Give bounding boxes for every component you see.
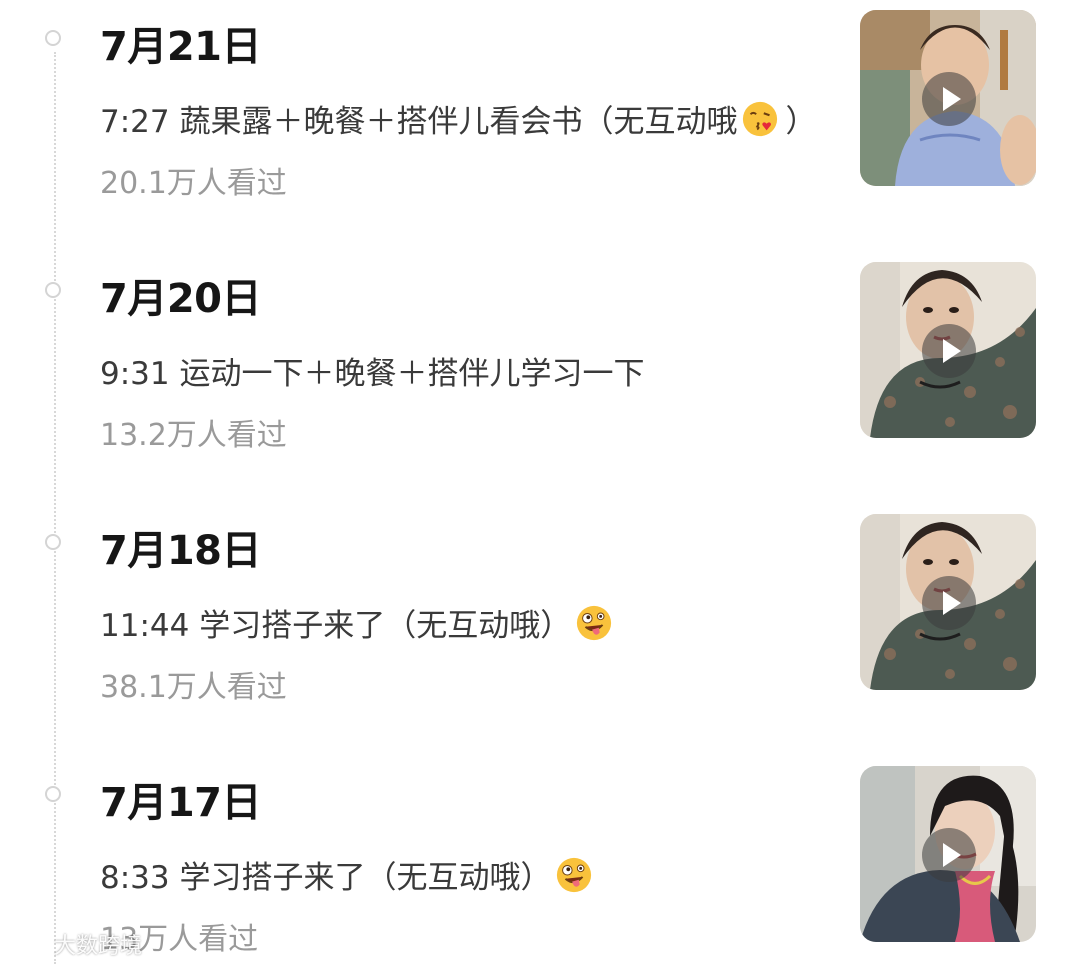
- play-icon[interactable]: [922, 324, 976, 378]
- view-count: 38.1万人看过: [100, 670, 287, 705]
- video-list-item[interactable]: 7月17日 8:33 学习搭子来了（无互动哦） 13万人看过: [0, 762, 1080, 962]
- video-thumbnail[interactable]: [860, 10, 1036, 186]
- watermark-text: 大数跨境: [54, 934, 143, 959]
- entry-date: 7月20日: [100, 276, 262, 322]
- entry-title[interactable]: 8:33 学习搭子来了（无互动哦）: [100, 852, 597, 897]
- video-thumbnail[interactable]: [860, 514, 1036, 690]
- entry-title[interactable]: 7:27 蔬果露＋晚餐＋搭伴儿看会书（无互动哦 ）: [100, 96, 816, 141]
- entry-title-suffix: ）: [785, 104, 817, 140]
- timeline-dot: [45, 786, 61, 802]
- timeline-dot: [45, 534, 61, 550]
- entry-title-text: 8:33 学习搭子来了（无互动哦）: [100, 860, 552, 896]
- entry-title-text: 7:27 蔬果露＋晚餐＋搭伴儿看会书（无互动哦: [100, 104, 738, 140]
- timeline-dot: [45, 30, 61, 46]
- zany-face-icon: [577, 605, 612, 640]
- watermark: 大数跨境: [8, 928, 142, 960]
- timeline-dot: [45, 282, 61, 298]
- watermark-logo-icon: [8, 934, 48, 954]
- view-count: 20.1万人看过: [100, 166, 287, 201]
- video-thumbnail[interactable]: [860, 766, 1036, 942]
- video-thumbnail[interactable]: [860, 262, 1036, 438]
- entry-date: 7月18日: [100, 528, 262, 574]
- entry-date: 7月21日: [100, 24, 262, 70]
- play-icon[interactable]: [922, 576, 976, 630]
- play-icon[interactable]: [922, 72, 976, 126]
- entry-title-text: 9:31 运动一下＋晚餐＋搭伴儿学习一下: [100, 356, 645, 392]
- entry-title-text: 11:44 学习搭子来了（无互动哦）: [100, 608, 572, 644]
- video-list-item[interactable]: 7月21日 7:27 蔬果露＋晚餐＋搭伴儿看会书（无互动哦 ） 20.1万人看过: [0, 6, 1080, 206]
- entry-date: 7月17日: [100, 780, 262, 826]
- entry-title[interactable]: 9:31 运动一下＋晚餐＋搭伴儿学习一下: [100, 348, 644, 393]
- video-list-item[interactable]: 7月20日 9:31 运动一下＋晚餐＋搭伴儿学习一下 13.2万人看过: [0, 258, 1080, 458]
- video-list-item[interactable]: 7月18日 11:44 学习搭子来了（无互动哦） 38.1万人看过: [0, 510, 1080, 710]
- view-count: 13.2万人看过: [100, 418, 287, 453]
- zany-face-icon: [557, 857, 592, 892]
- kissing-face-icon: [743, 101, 778, 136]
- play-icon[interactable]: [922, 828, 976, 882]
- entry-title[interactable]: 11:44 学习搭子来了（无互动哦）: [100, 600, 617, 645]
